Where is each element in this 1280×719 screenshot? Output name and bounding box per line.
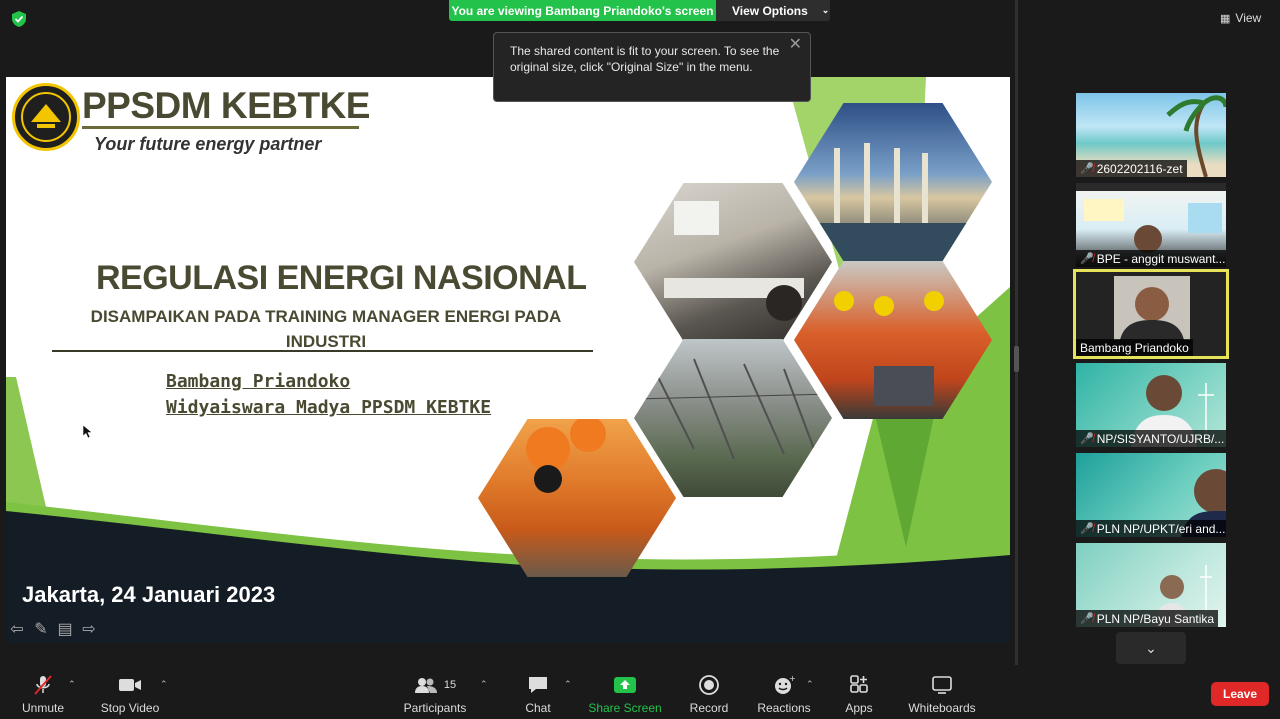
presenter-block: Bambang Priandoko Widyaiswara Madya PPSD… xyxy=(166,369,491,421)
unmute-label: Unmute xyxy=(21,701,65,715)
muted-mic-icon: 🎤̸ xyxy=(1080,253,1094,265)
grid-icon: ▦ xyxy=(1220,12,1231,25)
muted-mic-icon: 🎤̸ xyxy=(1080,523,1094,535)
muted-mic-icon: 🎤̸ xyxy=(1080,163,1094,175)
active-speaker-tile[interactable]: Bambang Priandoko xyxy=(1073,269,1229,359)
panel-resize-handle[interactable] xyxy=(1014,346,1019,372)
view-options-menu[interactable]: View Options ⌄ xyxy=(716,0,830,21)
participant-name-label: Bambang Priandoko xyxy=(1076,339,1193,356)
unmute-button[interactable]: Unmute xyxy=(22,673,64,717)
chat-options-caret-icon[interactable]: ⌃ xyxy=(564,679,572,690)
fit-to-screen-tooltip: The shared content is fit to your screen… xyxy=(493,32,811,102)
record-button[interactable]: Record xyxy=(690,673,728,717)
record-icon xyxy=(699,673,719,697)
record-label: Record xyxy=(689,701,729,715)
next-slide-icon[interactable]: ⇨ xyxy=(78,618,100,640)
security-shield-icon[interactable] xyxy=(10,10,28,28)
video-camera-icon xyxy=(118,673,142,697)
brand-title: PPSDM KEBTKE xyxy=(82,85,370,126)
close-icon[interactable]: ✕ xyxy=(789,37,802,53)
brand-tagline: Your future energy partner xyxy=(94,134,322,154)
participant-name-label: 🎤̸ PLN NP/UPKT/eri and... xyxy=(1076,520,1226,537)
smiley-plus-icon: + xyxy=(773,673,795,697)
participant-name-label: 🎤̸ PLN NP/Bayu Santika xyxy=(1076,610,1219,627)
view-options-label: View Options xyxy=(732,3,808,18)
panel-divider xyxy=(1015,0,1018,670)
participant-name-label: 🎤̸ 2602202116-zet xyxy=(1076,160,1187,177)
muted-microphone-icon xyxy=(32,673,54,697)
participants-icon: 15 xyxy=(414,673,456,697)
participant-tile[interactable]: 🎤̸ 2602202116-zet xyxy=(1076,93,1226,177)
reactions-button[interactable]: + Reactions xyxy=(757,673,811,717)
chat-label: Chat xyxy=(525,701,551,715)
svg-text:+: + xyxy=(789,675,795,683)
muted-mic-icon: 🎤̸ xyxy=(1080,613,1094,625)
apps-button[interactable]: Apps xyxy=(844,673,874,717)
participants-button[interactable]: 15 Participants xyxy=(404,673,466,717)
tooltip-text: The shared content is fit to your screen… xyxy=(510,44,780,74)
chevron-down-icon: ⌄ xyxy=(821,5,830,15)
whiteboards-label: Whiteboards xyxy=(908,701,976,715)
participants-label: Participants xyxy=(403,701,467,715)
share-screen-icon xyxy=(613,673,637,697)
mouse-pointer-icon xyxy=(82,424,93,439)
chevron-down-icon: ⌄ xyxy=(1145,639,1157,656)
video-options-caret-icon[interactable]: ⌃ xyxy=(160,679,168,690)
slides-menu-icon[interactable]: ▤ xyxy=(54,618,76,640)
participants-count: 15 xyxy=(443,679,457,691)
brand-underline xyxy=(82,126,359,129)
participant-tile[interactable]: 🎤̸ PLN NP/UPKT/eri and... xyxy=(1076,453,1226,537)
whiteboard-icon xyxy=(931,673,953,697)
view-label: View xyxy=(1235,11,1262,25)
apps-icon xyxy=(849,673,869,697)
title-divider xyxy=(52,350,593,352)
kesdm-logo xyxy=(12,83,80,151)
leave-button[interactable]: Leave xyxy=(1211,682,1269,706)
participant-name-label: 🎤̸ BPE - anggit muswant... xyxy=(1076,250,1226,267)
whiteboards-button[interactable]: Whiteboards xyxy=(908,673,976,717)
share-screen-label: Share Screen xyxy=(588,701,662,715)
slide-subtitle: DISAMPAIKAN PADA TRAINING MANAGER ENERGI… xyxy=(90,307,562,351)
slide-navigation: ⇦ ✎ ▤ ⇨ xyxy=(6,618,100,640)
muted-mic-icon: 🎤̸ xyxy=(1080,433,1094,445)
participant-name-label: 🎤̸ NP/SISYANTO/UJRB/... xyxy=(1076,430,1226,447)
view-button[interactable]: ▦ View xyxy=(1220,8,1272,28)
presenter-role: Widyaiswara Madya PPSDM KEBTKE xyxy=(166,397,492,418)
reactions-label: Reactions xyxy=(757,701,811,715)
slide-main-title: REGULASI ENERGI NASIONAL xyxy=(96,259,587,297)
shared-screen-slide: PPSDM KEBTKE Your future energy partner … xyxy=(6,77,1010,643)
green-stripe-left xyxy=(6,377,46,507)
previous-slide-icon[interactable]: ⇦ xyxy=(6,618,28,640)
viewing-screen-banner: You are viewing Bambang Priandoko's scre… xyxy=(449,0,716,21)
chat-button[interactable]: Chat xyxy=(524,673,552,717)
participant-tile[interactable]: 🎤̸ BPE - anggit muswant... xyxy=(1076,183,1226,267)
pen-icon[interactable]: ✎ xyxy=(30,618,52,640)
meeting-toolbar: Unmute ⌃ Stop Video ⌃ 15 Participants ⌃ … xyxy=(0,665,1280,719)
stop-video-label: Stop Video xyxy=(100,701,160,715)
participants-options-caret-icon[interactable]: ⌃ xyxy=(480,679,488,690)
audio-options-caret-icon[interactable]: ⌃ xyxy=(68,679,76,690)
stop-video-button[interactable]: Stop Video xyxy=(100,673,160,717)
share-screen-button[interactable]: Share Screen xyxy=(588,673,662,717)
reactions-options-caret-icon[interactable]: ⌃ xyxy=(806,679,814,690)
apps-label: Apps xyxy=(845,701,873,715)
presenter-name: Bambang Priandoko xyxy=(166,371,351,392)
more-participants-button[interactable]: ⌄ xyxy=(1116,632,1186,664)
participant-tile[interactable]: 🎤̸ NP/SISYANTO/UJRB/... xyxy=(1076,363,1226,447)
chat-bubble-icon xyxy=(527,673,549,697)
participant-tile[interactable]: 🎤̸ PLN NP/Bayu Santika xyxy=(1076,543,1226,627)
location-date: Jakarta, 24 Januari 2023 xyxy=(22,582,276,607)
